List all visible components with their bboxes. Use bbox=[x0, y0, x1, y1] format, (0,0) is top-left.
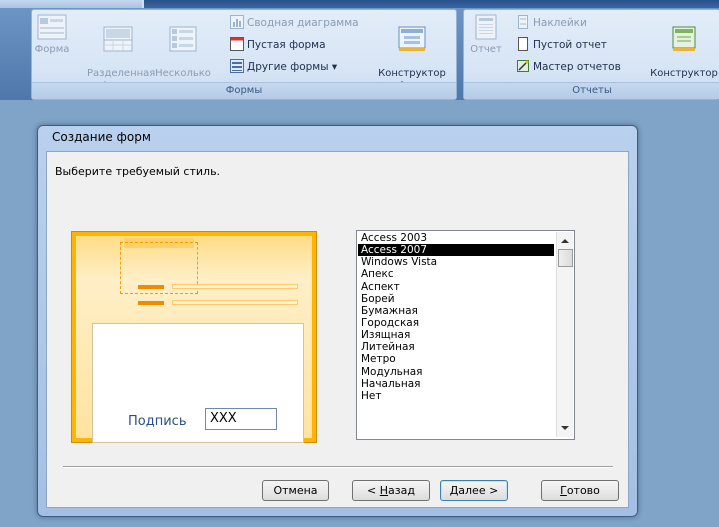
forms-group-label: Формы bbox=[32, 82, 456, 99]
style-list-item[interactable]: Access 2007 bbox=[358, 244, 554, 257]
pivot-chart-button[interactable]: Сводная диаграмма bbox=[230, 14, 359, 32]
report-button[interactable]: Отчет bbox=[468, 14, 504, 56]
blank-report-label: Пустой отчет bbox=[533, 39, 607, 51]
back-button[interactable]: < Назад bbox=[352, 480, 430, 501]
finish-rest: отово bbox=[566, 484, 600, 497]
reports-group: Отчет Наклейки Пустой отчет Мастер отчет… bbox=[463, 9, 719, 100]
more-forms-icon bbox=[230, 59, 244, 73]
preview-textbox: XXX bbox=[205, 408, 277, 430]
preview-card: Подпись XXX bbox=[92, 323, 304, 443]
report-label: Отчет bbox=[470, 44, 502, 55]
next-button[interactable]: Далее > bbox=[440, 480, 508, 501]
style-list-item[interactable]: Апекс bbox=[358, 268, 554, 280]
more-forms-button[interactable]: Другие формы ▾ bbox=[230, 58, 337, 76]
ribbon: Форма Разделенная форма Несколько элемен… bbox=[0, 0, 719, 100]
report-icon bbox=[475, 14, 497, 40]
style-listbox[interactable]: Access 2003 Access 2007 Windows Vista Апекс… bbox=[356, 230, 575, 440]
style-list-item[interactable]: Windows Vista bbox=[358, 256, 554, 268]
report-wizard-label: Мастер отчетов bbox=[533, 61, 621, 73]
scroll-up-icon[interactable] bbox=[561, 239, 569, 243]
preview-caption: Подпись bbox=[128, 414, 187, 429]
ribbon-top-strip bbox=[0, 0, 719, 8]
dialog-title: Создание форм bbox=[52, 130, 151, 144]
labels-label: Наклейки bbox=[533, 17, 587, 29]
reports-group-label: Отчеты bbox=[464, 82, 719, 99]
style-list-item[interactable]: Метро bbox=[358, 353, 554, 365]
back-access-key: Н bbox=[379, 484, 389, 497]
split-form-icon bbox=[103, 26, 133, 52]
report-wizard-icon bbox=[517, 60, 529, 72]
blank-form-icon bbox=[230, 37, 244, 51]
blank-form-button[interactable]: Пустая форма bbox=[230, 36, 326, 54]
back-prefix: < bbox=[367, 484, 380, 497]
style-list[interactable]: Access 2003 Access 2007 Windows Vista Апекс… bbox=[358, 232, 554, 402]
style-preview: Подпись XXX bbox=[71, 231, 317, 443]
report-design-icon bbox=[672, 26, 696, 51]
report-wizard-button[interactable]: Мастер отчетов bbox=[516, 58, 621, 76]
forms-group: Форма Разделенная форма Несколько элемен… bbox=[31, 9, 457, 100]
style-list-item[interactable]: Литейная bbox=[358, 341, 554, 353]
blank-report-button[interactable]: Пустой отчет bbox=[516, 36, 607, 54]
scroll-down-icon[interactable] bbox=[561, 426, 569, 430]
more-forms-label: Другие формы ▾ bbox=[247, 61, 338, 73]
style-prompt: Выберите требуемый стиль. bbox=[55, 165, 221, 178]
report-design-button[interactable]: Конструктор отчетов bbox=[646, 14, 719, 92]
back-rest: азад bbox=[388, 484, 415, 497]
style-list-item[interactable]: Изящная bbox=[358, 329, 554, 341]
dialog-client-area: Выберите требуемый стиль. Подпись XXX Ac… bbox=[46, 151, 629, 508]
finish-access-key: Г bbox=[560, 484, 567, 497]
next-access-key: Д bbox=[449, 484, 459, 497]
style-list-item[interactable]: Бумажная bbox=[358, 305, 554, 317]
split-form-button[interactable]: Разделенная форма bbox=[87, 14, 155, 92]
form-design-icon bbox=[398, 26, 426, 51]
style-list-item[interactable]: Начальная bbox=[358, 378, 554, 390]
form-button[interactable]: Форма bbox=[34, 14, 70, 56]
labels-button[interactable]: Наклейки bbox=[516, 14, 587, 32]
blank-report-icon bbox=[518, 37, 528, 51]
pivot-chart-icon bbox=[230, 15, 244, 29]
pivot-chart-label: Сводная диаграмма bbox=[247, 17, 359, 29]
finish-button[interactable]: Готово bbox=[541, 480, 619, 501]
multiple-items-icon bbox=[169, 26, 197, 52]
style-list-item[interactable]: Нет bbox=[358, 390, 554, 402]
style-list-item[interactable]: Борей bbox=[358, 293, 554, 305]
labels-icon bbox=[518, 15, 528, 29]
cancel-button[interactable]: Отмена bbox=[262, 480, 329, 501]
style-list-scrollbar[interactable] bbox=[556, 232, 573, 437]
style-list-item[interactable]: Модульная bbox=[358, 366, 554, 378]
form-wizard-dialog: Создание форм Выберите требуемый стиль. … bbox=[37, 125, 638, 517]
style-list-item[interactable]: Access 2003 bbox=[358, 232, 554, 244]
style-list-item[interactable]: Городская bbox=[358, 317, 554, 329]
next-rest: алее > bbox=[458, 484, 499, 497]
multiple-items-button[interactable]: Несколько элементов bbox=[152, 14, 214, 92]
form-label: Форма bbox=[34, 44, 70, 55]
blank-form-label: Пустая форма bbox=[247, 39, 326, 51]
dialog-separator bbox=[63, 466, 613, 468]
scroll-thumb[interactable] bbox=[558, 249, 573, 267]
form-design-button[interactable]: Конструктор форм bbox=[372, 14, 452, 92]
form-icon bbox=[37, 14, 67, 40]
style-list-item[interactable]: Аспект bbox=[358, 281, 554, 293]
